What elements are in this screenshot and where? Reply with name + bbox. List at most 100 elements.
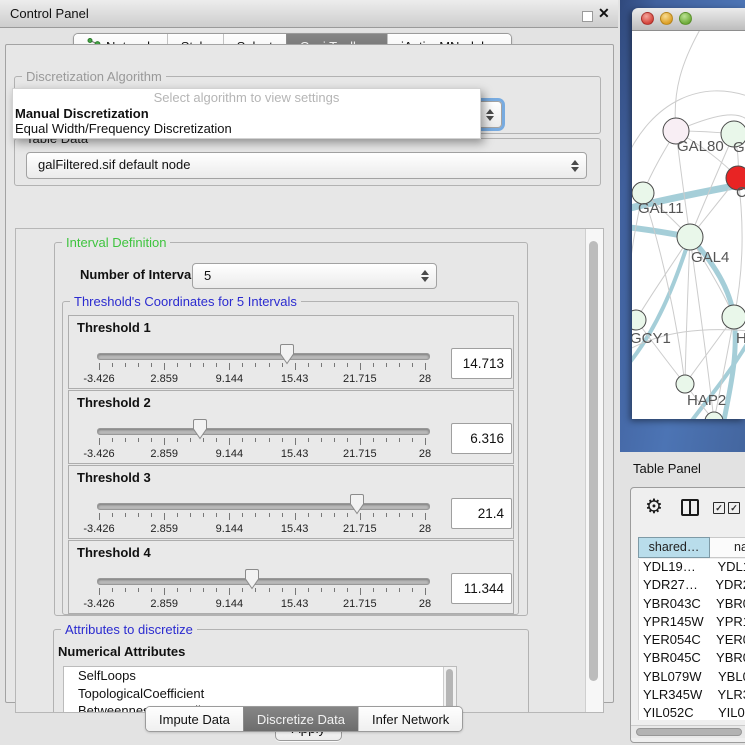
table-row[interactable]: YBL079WYBL0 <box>639 669 745 687</box>
slider-track[interactable] <box>97 503 430 510</box>
threshold-label: Threshold 1 <box>77 320 151 335</box>
zoom-traffic-light-icon[interactable] <box>679 12 692 25</box>
interval-definition-group-title: Interval Definition <box>62 235 170 250</box>
network-canvas[interactable]: GAL80GCGAL11GAL4GCY1HHAP2 <box>632 31 745 419</box>
tab-impute-data[interactable]: Impute Data <box>146 707 243 731</box>
algorithm-dropdown-popup: Select algorithm to view settings Manual… <box>12 88 481 139</box>
network-node-label: GAL11 <box>638 200 684 217</box>
network-node-label: H <box>736 330 745 347</box>
network-edge[interactable] <box>685 237 690 384</box>
table-row[interactable]: YDR27…YDR2 <box>639 577 745 595</box>
table-panel-title: Table Panel <box>633 461 701 476</box>
slider-tick-label: 21.715 <box>343 373 377 385</box>
table-row[interactable]: YIL052CYIL0 <box>639 705 745 720</box>
table-data-combo-value: galFiltered.sif default node <box>38 153 190 176</box>
network-node-HAP2[interactable] <box>676 375 694 393</box>
table-panel: ⚙ ✓ ✓ shared… na YDL19…YDL1YDR27…YDR2YBR… <box>630 487 745 743</box>
columns-icon[interactable] <box>681 499 699 516</box>
close-icon[interactable]: ✕ <box>598 5 610 22</box>
cell-name: YER0 <box>713 632 745 650</box>
table-hscrollbar-thumb[interactable] <box>636 728 742 736</box>
table-row[interactable]: YER054CYER0 <box>639 632 745 650</box>
cell-name: YBR0 <box>713 596 745 614</box>
settings-scrollbar-thumb[interactable] <box>589 241 598 681</box>
cell-name: YBR0 <box>713 650 745 668</box>
minimize-traffic-light-icon[interactable] <box>660 12 673 25</box>
slider-tick-label: 2.859 <box>150 523 178 535</box>
table-data-combo[interactable]: galFiltered.sif default node <box>26 152 587 179</box>
attributes-group-title: Attributes to discretize <box>61 622 197 637</box>
table-row[interactable]: YPR145WYPR1 <box>639 614 745 632</box>
table-row[interactable]: YBR043CYBR0 <box>639 596 745 614</box>
slider-tick-label: 2.859 <box>150 373 178 385</box>
attribute-item[interactable]: TopologicalCoefficient <box>64 685 456 703</box>
popup-header: Select algorithm to view settings <box>13 90 480 106</box>
attribute-item[interactable]: SelfLoops <box>64 667 456 685</box>
cell-shared-name: YBR043C <box>639 596 713 614</box>
control-panel: Control Panel ✕ NetworkStyleSelectCyni T… <box>0 0 618 745</box>
right-panel: GAL80GCGAL11GAL4GCY1HHAP2 Table Panel ⚙ … <box>620 0 745 745</box>
slider-track[interactable] <box>97 578 430 585</box>
slider-tick-label: 15.43 <box>281 448 309 460</box>
threshold-value-field[interactable]: 21.4 <box>451 498 512 529</box>
network-view-window: GAL80GCGAL11GAL4GCY1HHAP2 <box>632 8 745 419</box>
slider-tick-label: 9.144 <box>216 523 244 535</box>
network-node-GAL4[interactable] <box>677 224 703 250</box>
slider-tick-label: 2.859 <box>150 448 178 460</box>
cell-shared-name: YER054C <box>639 632 713 650</box>
numerical-attributes-label: Numerical Attributes <box>58 644 185 659</box>
slider-thumb[interactable] <box>192 418 208 440</box>
cell-shared-name: YBR045C <box>639 650 713 668</box>
checkbox-icon[interactable]: ✓ <box>728 502 740 514</box>
combo-arrows-icon <box>571 160 579 172</box>
cell-shared-name: YDR27… <box>639 577 712 595</box>
list-scrollbar-thumb[interactable] <box>446 669 453 711</box>
slider-tick-label: 28 <box>419 373 431 385</box>
table-row[interactable]: YBR045CYBR0 <box>639 650 745 668</box>
threshold-value-field[interactable]: 14.713 <box>451 348 512 379</box>
slider-tick-label: 28 <box>419 448 431 460</box>
gear-icon[interactable]: ⚙ <box>645 494 663 519</box>
table-panel-section: Table Panel ⚙ ✓ ✓ shared… na YDL19…YDL1Y… <box>620 452 745 745</box>
threshold-label: Threshold 4 <box>77 545 151 560</box>
number-of-intervals-combo[interactable]: 5 <box>192 263 437 289</box>
column-header-shared-name[interactable]: shared… <box>638 537 710 558</box>
slider-tick-label: 21.715 <box>343 448 377 460</box>
checkbox-icon[interactable]: ✓ <box>713 502 725 514</box>
close-traffic-light-icon[interactable] <box>641 12 654 25</box>
slider-tick-label: -3.426 <box>83 598 114 610</box>
threshold-label: Threshold 2 <box>77 395 151 410</box>
algorithm-option[interactable]: Manual Discretization <box>13 106 480 121</box>
network-node-label: G <box>733 139 745 156</box>
network-node-label: GAL80 <box>677 138 724 155</box>
slider-track[interactable] <box>97 428 430 435</box>
network-node-GCY1[interactable] <box>632 310 646 330</box>
slider-thumb[interactable] <box>349 493 365 515</box>
tab-discretize-data[interactable]: Discretize Data <box>243 707 358 731</box>
slider-tick-label: 21.715 <box>343 523 377 535</box>
threshold-value-field[interactable]: 6.316 <box>451 423 512 454</box>
network-edge[interactable] <box>675 31 702 131</box>
table-hscrollbar[interactable] <box>631 725 745 738</box>
slider-thumb[interactable] <box>244 568 260 590</box>
table-row[interactable]: YLR345WYLR3 <box>639 687 745 705</box>
cell-shared-name: YBL079W <box>639 669 715 687</box>
slider-thumb[interactable] <box>279 343 295 365</box>
network-edge[interactable] <box>643 193 685 384</box>
slider-tick-label: 9.144 <box>216 373 244 385</box>
settings-scrollbar[interactable] <box>585 229 603 712</box>
network-node-H[interactable] <box>722 305 745 329</box>
cell-name: YPR1 <box>713 614 745 632</box>
table-row[interactable]: YDL19…YDL1 <box>639 559 745 577</box>
tab-infer-network[interactable]: Infer Network <box>358 707 462 731</box>
slider-tick-label: 21.715 <box>343 598 377 610</box>
table-data-group: Table Data galFiltered.sif default node <box>14 138 601 186</box>
table-rows: YDL19…YDL1YDR27…YDR2YBR043CYBR0YPR145WYP… <box>638 559 745 720</box>
combo-arrows-icon <box>486 109 494 121</box>
threshold-value-field[interactable]: 11.344 <box>451 573 512 604</box>
thresholds-group: Threshold's Coordinates for 5 Intervals … <box>62 301 519 615</box>
slider-track[interactable] <box>97 353 430 360</box>
algorithm-option[interactable]: Equal Width/Frequency Discretization <box>13 121 480 136</box>
column-header-name[interactable]: na <box>710 537 745 558</box>
float-window-icon[interactable] <box>582 11 593 22</box>
